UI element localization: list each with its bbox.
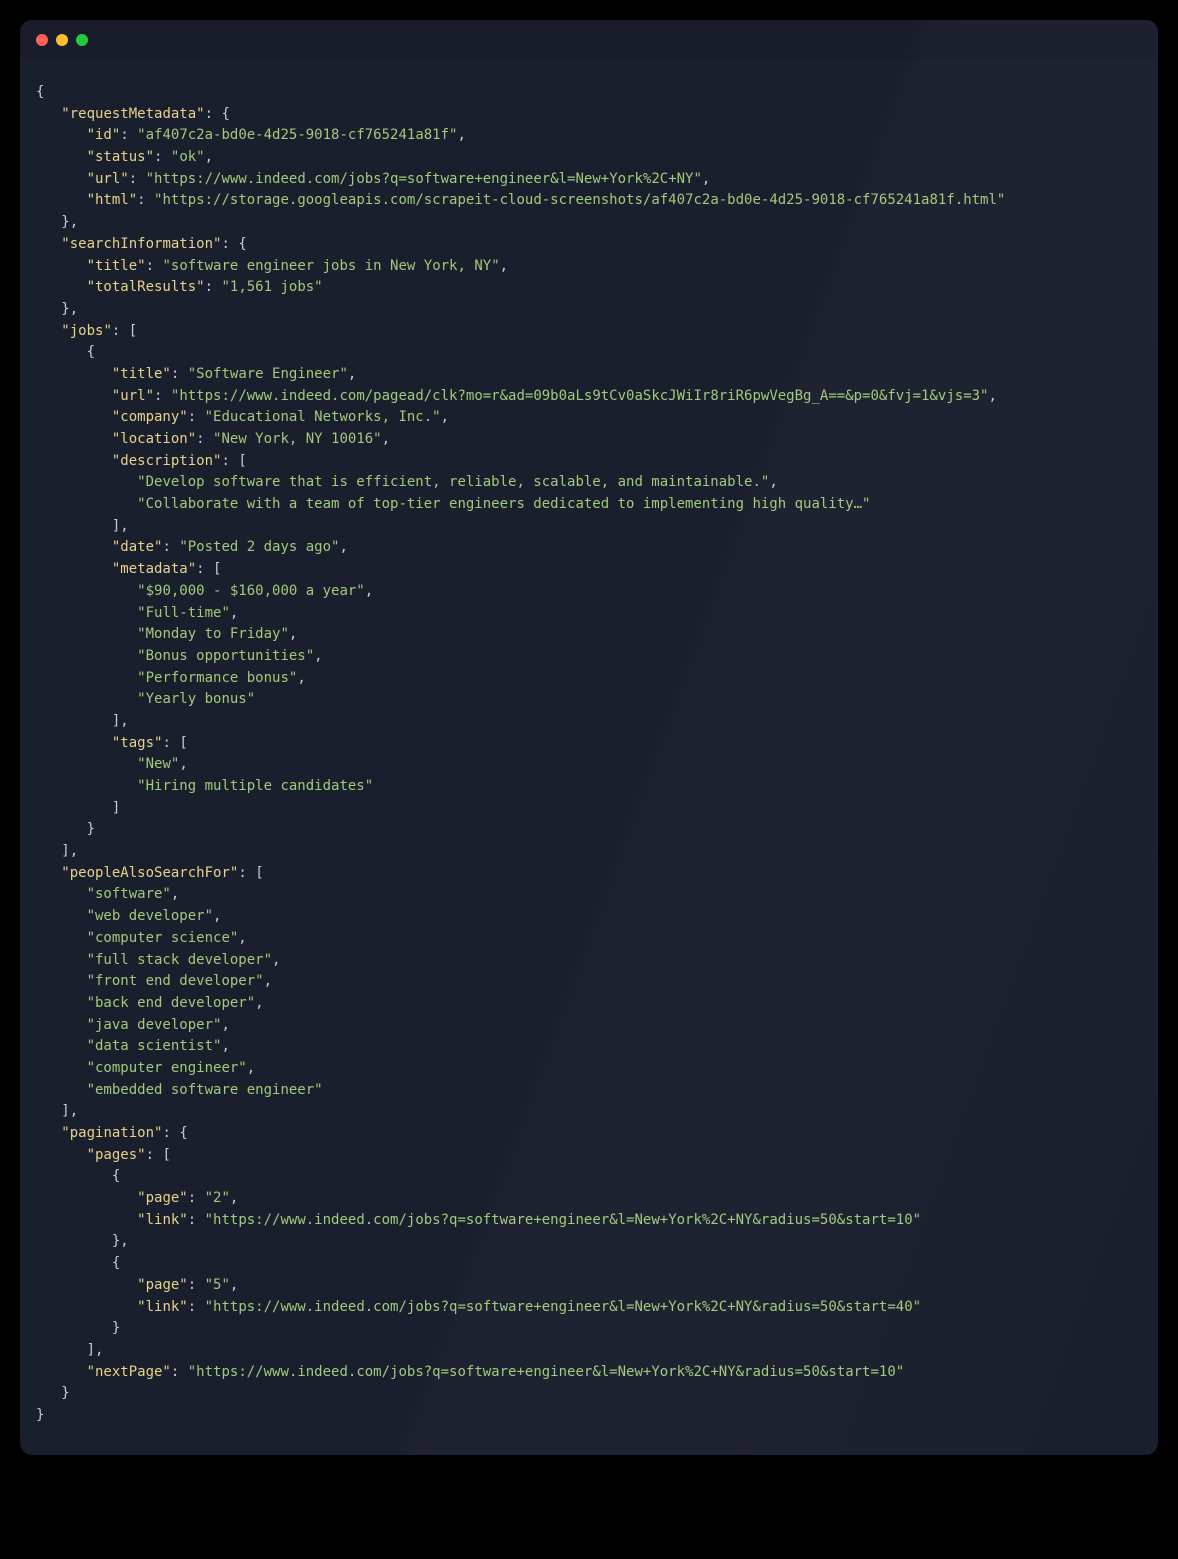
code-block: { "requestMetadata": { "id": "af407c2a-b… [20,60,1158,1455]
minimize-icon[interactable] [56,34,68,46]
close-icon[interactable] [36,34,48,46]
titlebar [20,20,1158,60]
maximize-icon[interactable] [76,34,88,46]
code-window: { "requestMetadata": { "id": "af407c2a-b… [20,20,1158,1455]
